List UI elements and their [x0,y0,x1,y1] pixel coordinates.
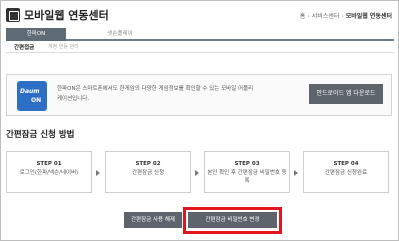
section-title: 간편잠금 신청 방법 [6,130,75,140]
step-card-4: STEP 04 간편잠금 신청완료 [303,151,389,193]
tab-bar: 한파ON 넷손플레이 [6,28,394,41]
breadcrumb-current: 모바일웹 연동센터 [345,13,392,20]
logo-icon [6,8,20,22]
step-card-3: STEP 03 본인 확인 후 간편잠금 비밀번호 등록 [204,151,290,193]
step-card-1: STEP 01 로그인(한파/넥슨/네이버) [6,151,92,193]
breadcrumb: 홈 › 서비스센터 › 모바일웹 연동센터 [299,13,392,20]
app-logo-icon: Daum ON [17,81,47,111]
android-download-button[interactable]: 안드로이드 앱 다운로드 [309,84,383,104]
breadcrumb-home[interactable]: 홈 [300,13,306,20]
arrow-right-icon [294,170,298,176]
step-number: STEP 01 [36,161,62,167]
arrow-right-icon [96,170,100,176]
sub-tab-bar: 간편접금 계정 연동 관리 [6,41,394,53]
breadcrumb-service-center[interactable]: 서비스센터 [312,13,340,20]
step-description: 간편잠금 신청완료 [324,170,368,176]
subtab-simple-lock[interactable]: 간편접금 [14,43,34,51]
step-description: 본인 확인 후 간편잠금 비밀번호 등록 [207,170,287,184]
arrow-right-icon [195,170,199,176]
step-number: STEP 04 [333,161,359,167]
step-number: STEP 02 [135,161,161,167]
tab-hanpa-on[interactable]: 한파ON [6,28,66,41]
page-title: 모바일웹 연동센터 [24,9,109,22]
app-info-box: Daum ON 한파ON은 스마트폰에서도 한게임의 다양한 게임정보를 확인할… [6,74,392,116]
step-card-2: STEP 02 간편잠금 신청 [105,151,191,193]
step-description: 간편잠금 신청 [131,170,165,176]
subtab-hint: 계정 연동 관리 [48,44,79,50]
header: 모바일웹 연동센터 홈 › 서비스센터 › 모바일웹 연동센터 [6,6,394,24]
step-number: STEP 03 [234,161,260,167]
app-description: 한파ON은 스마트폰에서도 한게임의 다양한 게임정보를 확인할 수 있는 모바… [57,86,254,102]
disable-simple-lock-button[interactable]: 간편잠금 사용 해제 [124,212,182,228]
change-lock-password-button[interactable]: 간편잠금 비밀번호 변경 [188,212,277,228]
step-description: 로그인(한파/넥슨/네이버) [19,170,79,176]
tab-netson-play[interactable]: 넷손플레이 [90,28,150,41]
